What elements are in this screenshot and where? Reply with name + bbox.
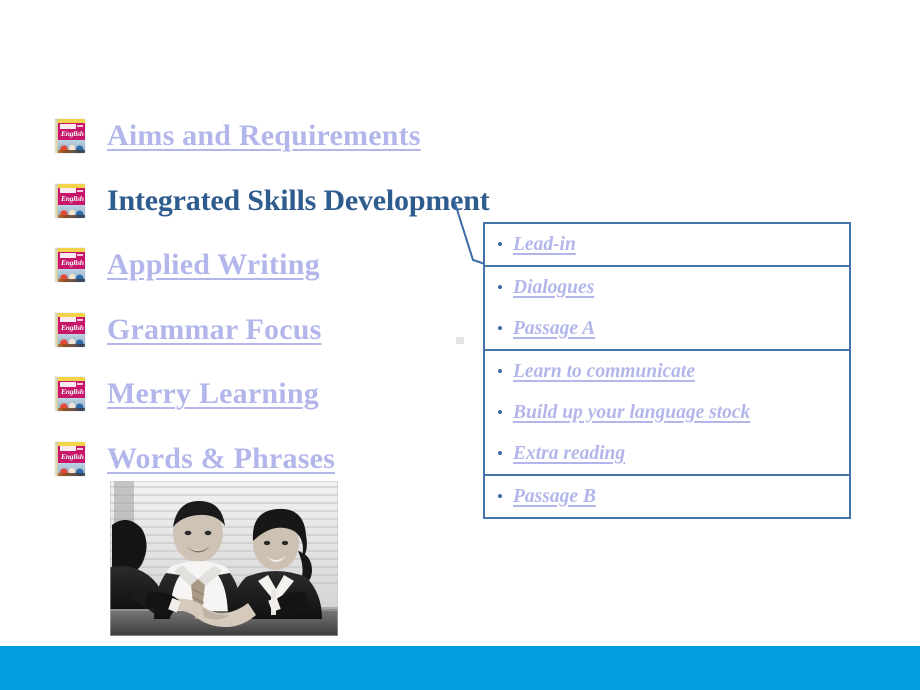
menu-item-label[interactable]: Aims and Requirements	[107, 119, 421, 153]
subtopic-item-passage-b[interactable]: • Passage B	[485, 476, 849, 517]
subtopic-item-build-up-your-language-stock[interactable]: • Build up your language stock	[485, 392, 849, 433]
book-cover-icon: English	[55, 377, 85, 412]
subtopic-label[interactable]: Learn to communicate	[513, 361, 695, 383]
subtopic-group: • Passage B	[485, 476, 849, 517]
book-cover-script-label: English	[61, 387, 84, 397]
book-cover-icon: English	[55, 248, 85, 283]
contents-menu: English Aims and Requirements English In…	[55, 104, 490, 491]
gray-square-marker	[456, 337, 464, 344]
menu-item-merry-learning[interactable]: English Merry Learning	[55, 362, 475, 427]
book-cover-script-label: English	[61, 322, 84, 332]
book-cover-icon: English	[55, 183, 85, 218]
subtopic-label[interactable]: Passage A	[513, 318, 595, 340]
bottom-accent-bar	[0, 646, 920, 690]
book-cover-script-label: English	[61, 451, 84, 461]
bullet-icon: •	[497, 278, 503, 297]
menu-item-aims-and-requirements[interactable]: English Aims and Requirements	[55, 104, 475, 169]
subtopic-item-extra-reading[interactable]: • Extra reading	[485, 433, 849, 474]
menu-item-applied-writing[interactable]: English Applied Writing	[55, 233, 475, 298]
slide-canvas: English Aims and Requirements English In…	[0, 0, 920, 690]
book-cover-script-label: English	[61, 193, 84, 203]
subtopic-item-learn-to-communicate[interactable]: • Learn to communicate	[485, 351, 849, 392]
menu-item-integrated-skills-development[interactable]: English Integrated Skills Development	[55, 169, 490, 234]
menu-item-label[interactable]: Applied Writing	[107, 248, 320, 282]
subtopic-label[interactable]: Extra reading	[513, 443, 625, 465]
menu-item-label[interactable]: Integrated Skills Development	[107, 184, 490, 218]
book-cover-icon: English	[55, 441, 85, 476]
bullet-icon: •	[497, 403, 503, 422]
subtopic-label[interactable]: Passage B	[513, 486, 596, 508]
book-cover-script-label: English	[61, 258, 84, 268]
bullet-icon: •	[497, 444, 503, 463]
subtopic-label[interactable]: Lead-in	[513, 234, 576, 256]
book-cover-icon: English	[55, 312, 85, 347]
subtopic-label[interactable]: Build up your language stock	[513, 402, 750, 424]
subtopic-group: • Learn to communicate • Build up your l…	[485, 351, 849, 476]
subtopic-group: • Dialogues • Passage A	[485, 267, 849, 351]
subtopic-item-dialogues[interactable]: • Dialogues	[485, 267, 849, 308]
book-cover-script-label: English	[61, 129, 84, 139]
subtopic-item-passage-a[interactable]: • Passage A	[485, 308, 849, 349]
subtopic-item-lead-in[interactable]: • Lead-in	[485, 224, 849, 265]
menu-item-label[interactable]: Words & Phrases	[107, 442, 335, 476]
subtopic-table: • Lead-in • Dialogues • Passage A • Lear…	[483, 222, 851, 519]
bullet-icon: •	[497, 319, 503, 338]
menu-item-label[interactable]: Grammar Focus	[107, 313, 322, 347]
bullet-icon: •	[497, 362, 503, 381]
bullet-icon: •	[497, 235, 503, 254]
menu-item-grammar-focus[interactable]: English Grammar Focus	[55, 298, 475, 363]
bullet-icon: •	[497, 487, 503, 506]
subtopic-group: • Lead-in	[485, 224, 849, 267]
business-handshake-photo	[110, 481, 338, 636]
book-cover-icon: English	[55, 119, 85, 154]
subtopic-label[interactable]: Dialogues	[513, 277, 594, 299]
menu-item-label[interactable]: Merry Learning	[107, 377, 319, 411]
